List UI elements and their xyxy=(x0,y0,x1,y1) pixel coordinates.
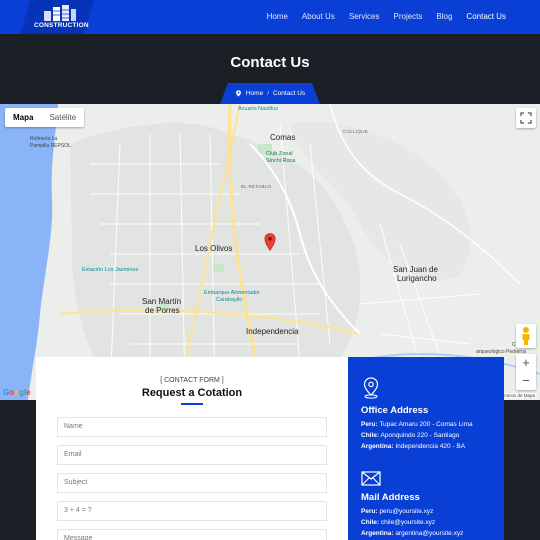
contact-info-card: Office Address Peru: Tupac Amaru 200 - C… xyxy=(348,357,504,540)
map-label-estacion: Estación Los Jazmines xyxy=(82,267,139,273)
map-label-sjl-2: Lurigancho xyxy=(397,274,437,283)
google-logo[interactable]: Google xyxy=(3,388,31,397)
nav-item-blog[interactable]: Blog xyxy=(436,0,452,34)
map-label-club-1: Club Zonal xyxy=(266,151,293,157)
nav-menu: Home About Us Services Projects Blog Con… xyxy=(253,0,506,34)
mail-row-peru: Peru: peru@yoursite.xyz xyxy=(361,508,434,515)
nav-item-home[interactable]: Home xyxy=(267,0,288,34)
breadcrumb-home[interactable]: Home xyxy=(246,90,263,97)
map-label-san-martin-2: de Porres xyxy=(145,306,180,315)
map-label-el-retablo: EL RETABLO xyxy=(241,184,272,189)
map-label-los-olivos: Los Olivos xyxy=(195,244,233,253)
breadcrumb-separator: / xyxy=(267,90,269,97)
email-input[interactable]: Email xyxy=(57,445,327,465)
tab-satelite[interactable]: Satélite xyxy=(41,108,84,127)
subject-input[interactable]: Subject xyxy=(57,473,327,493)
captcha-input[interactable]: 3 + 4 = ? xyxy=(57,501,327,521)
mail-row-chile: Chile: chile@yoursite.xyz xyxy=(361,519,436,526)
map-label-club-2: Sinchi Roca xyxy=(266,158,296,164)
nav-item-about[interactable]: About Us xyxy=(302,0,335,34)
map-canvas[interactable] xyxy=(0,104,540,400)
contact-form-card: [ CONTACT FORM ] Request a Cotation Name… xyxy=(36,357,348,540)
office-row-peru: Peru: Tupac Amaru 200 - Comas Lima xyxy=(361,421,473,428)
zoom-controls: + − xyxy=(516,354,536,390)
map-type-tabs: Mapa Satélite xyxy=(5,108,85,127)
tab-mapa[interactable]: Mapa xyxy=(5,108,41,127)
google-map[interactable]: Mapa Satélite Comas Los Olivos San Martí… xyxy=(0,104,540,400)
mail-address-title: Mail Address xyxy=(361,492,420,503)
map-label-sjl-1: San Juan de xyxy=(393,265,438,274)
title-underline xyxy=(181,403,203,405)
page-title: Contact Us xyxy=(230,54,310,71)
form-title: Request a Cotation xyxy=(141,387,243,399)
map-label-collique: COLLIQUE xyxy=(343,129,369,134)
nav-item-contact[interactable]: Contact Us xyxy=(466,0,506,34)
pegman-icon xyxy=(522,327,530,345)
office-address-title: Office Address xyxy=(361,405,429,416)
map-pin-icon xyxy=(235,90,241,97)
zoom-in-button[interactable]: + xyxy=(516,354,536,372)
map-label-embarque-1: Embarque Alimentador xyxy=(204,290,260,296)
form-kicker: [ CONTACT FORM ] xyxy=(160,377,224,384)
street-view-button[interactable] xyxy=(516,324,536,348)
mail-row-argentina: Argentina: argentina@yoursite.xyz xyxy=(361,530,464,537)
building-logo-icon[interactable] xyxy=(43,5,77,21)
map-label-refineria-1: Refinería La xyxy=(30,136,58,142)
location-marker-icon[interactable] xyxy=(264,233,276,251)
office-row-chile: Chile: Aponquindo 220 - Santiago xyxy=(361,432,460,439)
hero-banner: Contact Us Home / Contact Us xyxy=(0,34,540,104)
map-label-acuario: Acuario Nautilus xyxy=(238,106,279,112)
map-label-comas: Comas xyxy=(270,133,296,142)
map-label-refineria-2: Pampilla REPSOL xyxy=(30,143,71,149)
message-textarea[interactable]: Message xyxy=(57,529,327,540)
fullscreen-button[interactable] xyxy=(516,108,536,128)
breadcrumb-current: Contact Us xyxy=(273,90,306,97)
nav-item-projects[interactable]: Projects xyxy=(394,0,423,34)
page: CONSTRUCTION Home About Us Services Proj… xyxy=(0,0,540,540)
fullscreen-icon xyxy=(520,112,532,124)
mail-envelope-icon xyxy=(361,471,381,486)
breadcrumb: Home / Contact Us xyxy=(220,83,320,104)
zoom-out-button[interactable]: − xyxy=(516,372,536,390)
nav-item-services[interactable]: Services xyxy=(349,0,380,34)
map-label-independencia: Independencia xyxy=(246,327,299,336)
location-pin-icon xyxy=(363,377,379,399)
office-row-argentina: Argentina: Independencia 420 - BA xyxy=(361,443,466,450)
navbar: CONSTRUCTION Home About Us Services Proj… xyxy=(0,0,540,34)
logo-text[interactable]: CONSTRUCTION xyxy=(34,22,89,29)
name-input[interactable]: Name xyxy=(57,417,327,437)
map-label-embarque-2: Carabayllo xyxy=(216,297,243,303)
map-label-san-martin-1: San Martín xyxy=(142,297,182,306)
